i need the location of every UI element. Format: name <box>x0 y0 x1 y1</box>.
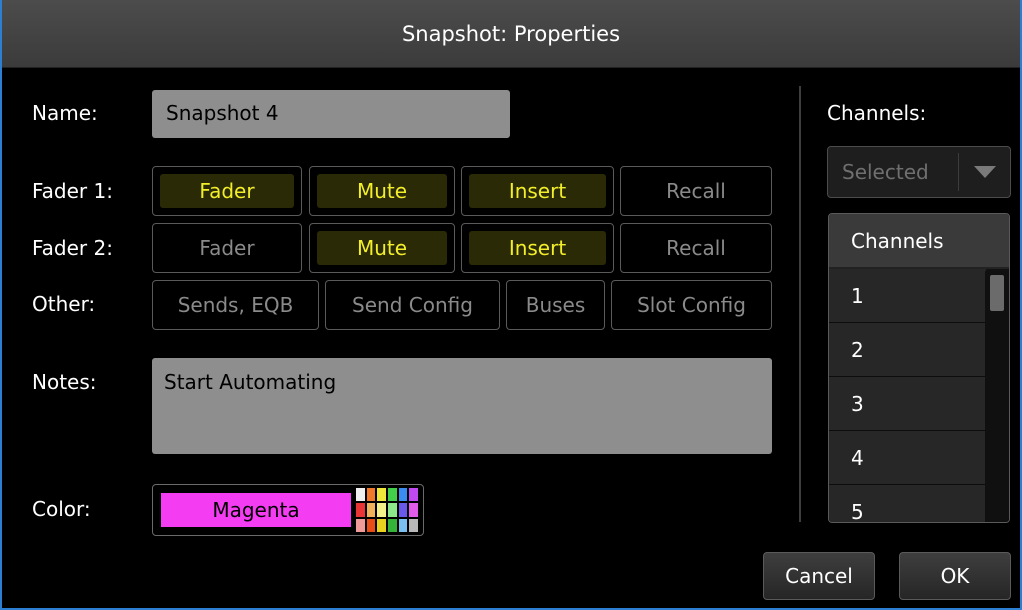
channels-list-header[interactable]: Channels <box>829 214 1009 269</box>
color-label: Color: <box>32 497 91 521</box>
fader2-label: Fader 2: <box>32 236 113 260</box>
cancel-button[interactable]: Cancel <box>763 552 875 600</box>
channel-row[interactable]: 4 <box>829 431 986 485</box>
fader1-mute-button[interactable]: Mute <box>309 166 455 216</box>
slot-config-button[interactable]: Slot Config <box>611 280 772 330</box>
name-label: Name: <box>32 101 98 125</box>
channels-filter-value: Selected <box>842 160 929 184</box>
channels-list[interactable]: Channels 1 2 3 4 5 <box>828 213 1010 523</box>
channel-row[interactable]: 3 <box>829 377 986 431</box>
scrollbar-thumb[interactable] <box>990 275 1004 311</box>
fader1-fader-button[interactable]: Fader <box>152 166 302 216</box>
fader2-mute-button[interactable]: Mute <box>309 223 455 273</box>
snapshot-properties-dialog: Snapshot: Properties Name: Snapshot 4 Fa… <box>0 0 1022 610</box>
buses-button[interactable]: Buses <box>506 280 605 330</box>
color-picker[interactable]: Magenta <box>152 484 424 536</box>
fader2-recall-button[interactable]: Recall <box>620 223 772 273</box>
color-swatch[interactable]: Magenta <box>161 493 351 527</box>
name-field[interactable]: Snapshot 4 <box>152 90 510 138</box>
notes-label: Notes: <box>32 370 97 394</box>
fader2-insert-button[interactable]: Insert <box>461 223 614 273</box>
send-config-button[interactable]: Send Config <box>325 280 500 330</box>
channel-row[interactable]: 2 <box>829 323 986 377</box>
notes-field[interactable]: Start Automating <box>152 358 772 454</box>
chevron-down-icon[interactable] <box>959 166 1010 178</box>
color-palette[interactable] <box>356 488 419 532</box>
other-label: Other: <box>32 292 96 316</box>
dialog-title: Snapshot: Properties <box>2 0 1020 68</box>
sends-eqb-button[interactable]: Sends, EQB <box>152 280 319 330</box>
fader2-fader-button[interactable]: Fader <box>152 223 302 273</box>
vertical-divider <box>799 86 801 522</box>
fader1-label: Fader 1: <box>32 179 113 203</box>
channel-row[interactable]: 5 <box>829 485 986 522</box>
channels-filter-dropdown[interactable]: Selected <box>827 146 1011 198</box>
ok-button[interactable]: OK <box>899 552 1011 600</box>
fader1-recall-button[interactable]: Recall <box>620 166 772 216</box>
channel-row[interactable]: 1 <box>829 269 986 323</box>
fader1-insert-button[interactable]: Insert <box>461 166 614 216</box>
channels-label: Channels: <box>827 101 927 125</box>
channels-scrollbar[interactable] <box>985 271 1009 522</box>
